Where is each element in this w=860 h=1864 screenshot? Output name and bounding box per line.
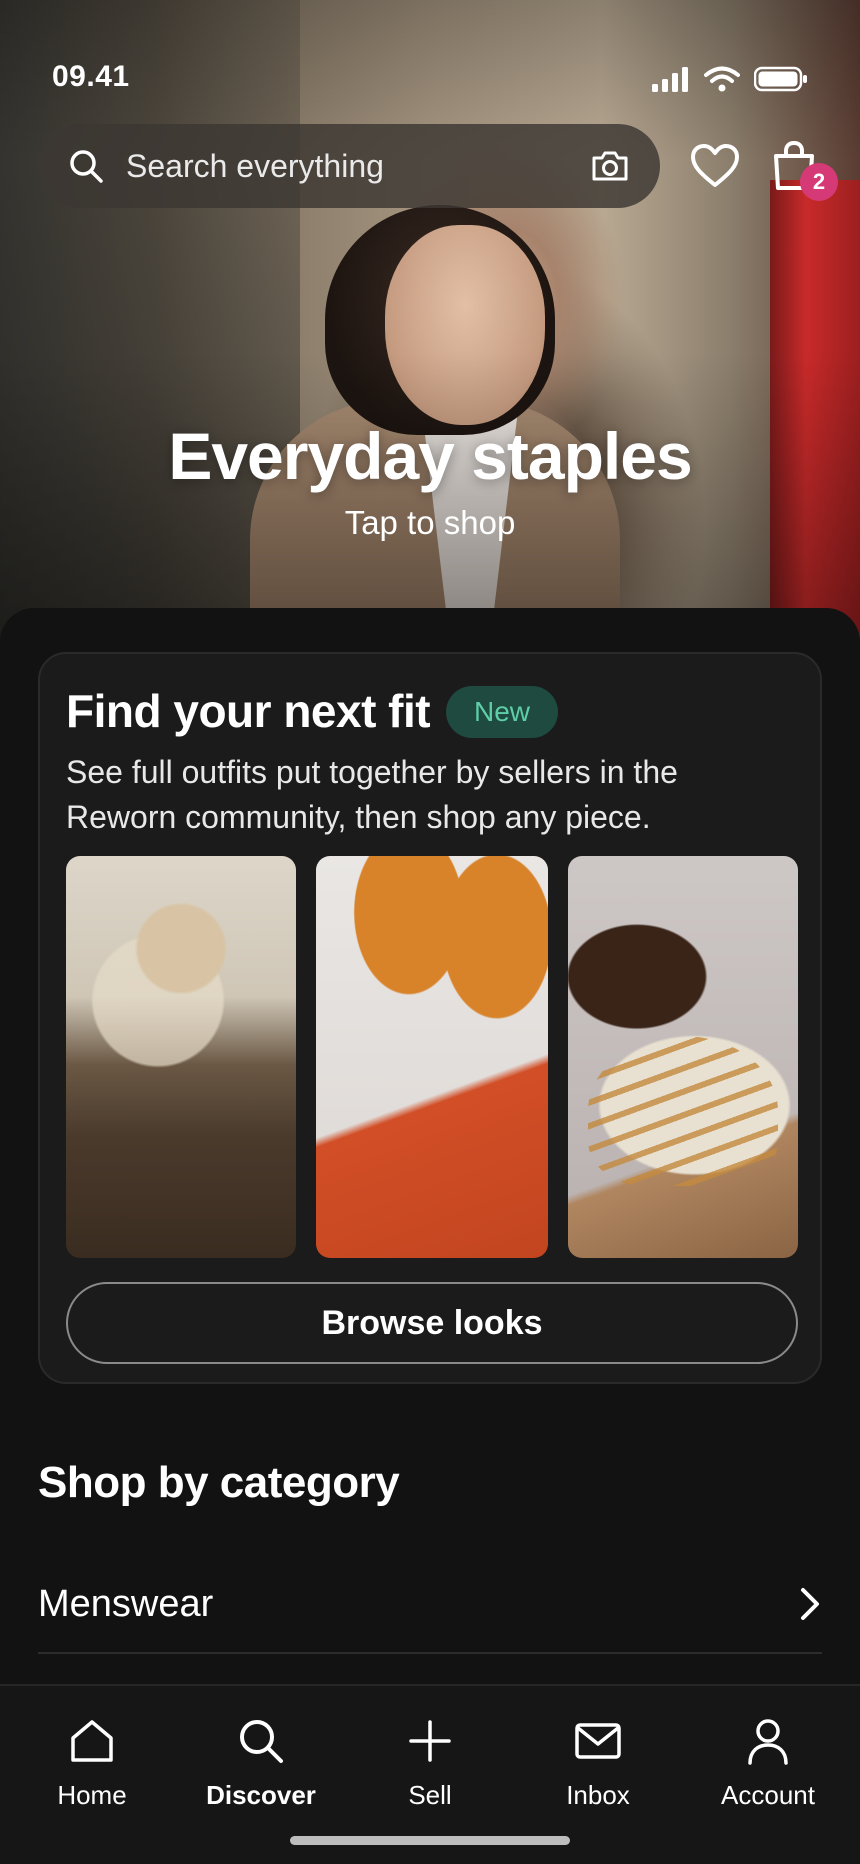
person-icon xyxy=(748,1719,788,1765)
plus-icon xyxy=(409,1720,451,1762)
battery-icon xyxy=(754,66,807,92)
find-your-fit-card: Find your next fit New See full outfits … xyxy=(38,652,822,1384)
tab-home[interactable]: Home xyxy=(6,1686,178,1826)
wifi-icon xyxy=(704,66,740,92)
look-image-3[interactable] xyxy=(568,856,798,1258)
favorites-heart-icon[interactable] xyxy=(690,143,740,189)
mail-icon xyxy=(575,1723,621,1759)
card-description: See full outfits put together by sellers… xyxy=(66,754,678,835)
chevron-right-icon xyxy=(801,1588,819,1620)
tab-label: Discover xyxy=(206,1780,316,1810)
search-bar[interactable]: Search everything xyxy=(38,124,660,208)
cart-count-badge: 2 xyxy=(800,163,838,201)
tab-label: Sell xyxy=(408,1780,452,1810)
look-image-1[interactable] xyxy=(66,856,296,1258)
tab-account[interactable]: Account xyxy=(682,1686,854,1826)
category-row-menswear[interactable]: Menswear xyxy=(38,1556,822,1654)
status-time: 09.41 xyxy=(52,60,130,93)
tab-label: Account xyxy=(721,1780,815,1810)
new-badge: New xyxy=(446,686,559,738)
category-label: Menswear xyxy=(38,1582,214,1625)
tab-label: Inbox xyxy=(566,1780,630,1810)
hero-overlay xyxy=(0,0,860,640)
tab-sell[interactable]: Sell xyxy=(344,1686,516,1826)
cellular-signal-icon xyxy=(652,67,688,92)
status-icons xyxy=(652,66,808,92)
search-icon xyxy=(70,150,103,183)
hero-banner[interactable] xyxy=(0,0,860,640)
home-icon xyxy=(71,1720,113,1762)
tab-label: Home xyxy=(57,1780,127,1810)
search-icon xyxy=(240,1720,283,1763)
hero-subtitle[interactable]: Tap to shop xyxy=(0,504,860,542)
camera-icon[interactable] xyxy=(590,149,630,183)
shop-by-category-title: Shop by category xyxy=(38,1458,400,1507)
look-image-2[interactable] xyxy=(316,856,548,1258)
search-input[interactable]: Search everything xyxy=(126,148,590,185)
browse-looks-button[interactable]: Browse looks xyxy=(66,1282,798,1364)
tab-inbox[interactable]: Inbox xyxy=(512,1686,684,1826)
card-title: Find your next fit xyxy=(66,685,431,737)
home-indicator[interactable] xyxy=(290,1836,570,1845)
hero-title[interactable]: Everyday staples xyxy=(0,418,860,494)
tab-discover[interactable]: Discover xyxy=(175,1686,347,1826)
